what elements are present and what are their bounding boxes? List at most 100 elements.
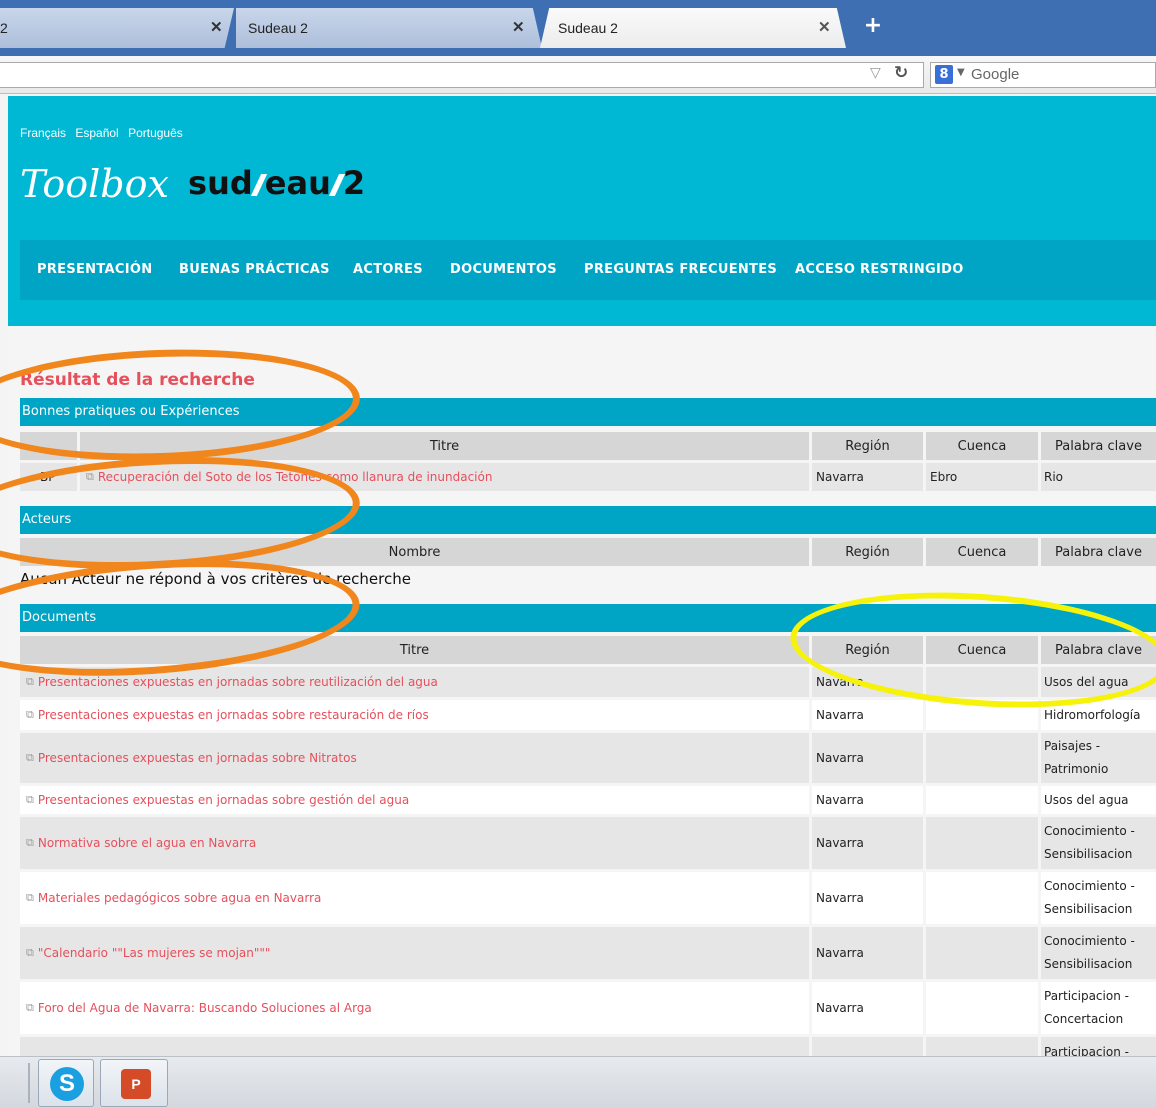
- cuenca-cell: [926, 872, 1041, 924]
- cuenca-cell: [926, 927, 1041, 979]
- document-link[interactable]: "Calendario ""Las mujeres se mojan""": [38, 946, 271, 960]
- region-cell: Navarra: [812, 733, 926, 783]
- menu-item-buenas-practicas[interactable]: BUENAS PRÁCTICAS: [179, 262, 330, 277]
- taskbar-pinned-edge[interactable]: [0, 1063, 30, 1103]
- region-cell: Navarra: [812, 817, 926, 869]
- region-cell: Navarra: [812, 872, 926, 924]
- column-header-keyword[interactable]: Palabra clave: [1041, 432, 1156, 460]
- keyword-cell: Participacion -: [1044, 1045, 1129, 1056]
- logo-script-text: Toolbox: [20, 162, 169, 206]
- table-row: ⧉ "Calendario ""Las mujeres se mojan""" N…: [20, 927, 1156, 979]
- logo-part: 2: [342, 164, 366, 202]
- menu-item-acceso-restringido[interactable]: ACCESO RESTRINGIDO: [795, 262, 964, 277]
- document-title-cell: ⧉ Presentaciones expuestas en jornadas so…: [20, 700, 812, 730]
- main-menu: PRESENTACIÓN BUENAS PRÁCTICAS ACTORES DO…: [20, 240, 1156, 300]
- external-link-icon: ⧉: [26, 675, 34, 688]
- taskbar-powerpoint-button[interactable]: P: [100, 1059, 168, 1107]
- browser-navigation-bar: ▽ ↻ 8 ▼ Google: [0, 56, 1156, 94]
- keyword-cell: Usos del agua: [1044, 792, 1129, 807]
- region-cell: Navarra: [812, 982, 926, 1034]
- close-tab-icon[interactable]: ✕: [512, 18, 525, 36]
- tab-title: 2: [0, 20, 8, 36]
- document-link[interactable]: Presentaciones expuestas en jornadas sob…: [38, 751, 357, 765]
- keyword-cell: Participacion - Concertacion: [1044, 989, 1129, 1026]
- skype-icon: S: [50, 1067, 84, 1101]
- keyword-cell: Conocimiento - Sensibilisacion: [1044, 934, 1135, 971]
- table-row: ⧉ Normativa sobre el agua en Navarra Nava…: [20, 817, 1156, 869]
- column-header-region[interactable]: Región: [812, 432, 926, 460]
- keyword-cell: Conocimiento - Sensibilisacion: [1044, 879, 1135, 916]
- chevron-down-icon[interactable]: ▼: [957, 67, 965, 78]
- logo-brand-text: sud eau 2: [188, 164, 365, 202]
- document-link[interactable]: Presentaciones expuestas en jornadas sob…: [38, 793, 409, 807]
- table-row: ⧉ Foro del Agua de Navarra: Buscando Solu…: [20, 982, 1156, 1034]
- cuenca-cell: [926, 817, 1041, 869]
- cuenca-cell: [926, 733, 1041, 783]
- logo-part: eau: [264, 164, 331, 202]
- site-header: Français Español Português Toolbox sud ea…: [8, 96, 1156, 326]
- keyword-cell: Conocimiento - Sensibilisacion: [1044, 824, 1135, 861]
- address-bar[interactable]: ▽ ↻: [0, 62, 924, 88]
- search-bar[interactable]: 8 ▼ Google: [930, 62, 1156, 88]
- language-link[interactable]: Français: [20, 126, 66, 140]
- browser-tab[interactable]: 2 ✕: [0, 8, 234, 48]
- cuenca-cell: [926, 982, 1041, 1034]
- dropdown-arrow-icon[interactable]: ▽: [870, 65, 881, 81]
- column-header-keyword[interactable]: Palabra clave: [1041, 538, 1156, 566]
- os-taskbar: S P: [0, 1056, 1156, 1108]
- browser-tab[interactable]: Sudeau 2 ✕: [236, 8, 542, 48]
- search-placeholder: Google: [971, 66, 1020, 83]
- browser-tab-bar: 2 ✕ Sudeau 2 ✕ Sudeau 2 ✕ +: [0, 0, 1156, 56]
- external-link-icon: ⧉: [26, 946, 34, 959]
- table-row: ⧉ Presentaciones expuestas en jornadas so…: [20, 733, 1156, 783]
- external-link-icon: ⧉: [26, 793, 34, 806]
- column-header-cuenca[interactable]: Cuenca: [926, 538, 1041, 566]
- powerpoint-icon: P: [121, 1069, 151, 1099]
- language-selector: Français Español Português: [20, 126, 189, 140]
- document-title-cell: ⧉ Presentaciones expuestas en jornadas so…: [20, 786, 812, 814]
- column-header-cuenca[interactable]: Cuenca: [926, 432, 1041, 460]
- document-link[interactable]: Presentaciones expuestas en jornadas sob…: [38, 675, 438, 689]
- region-cell: Navarra: [812, 786, 926, 814]
- taskbar-skype-button[interactable]: S: [38, 1059, 94, 1107]
- document-title-cell: ⧉ Materiales pedagógicos sobre agua en Na…: [20, 872, 812, 924]
- region-cell: [812, 1037, 926, 1056]
- google-icon[interactable]: 8: [935, 65, 953, 84]
- cuenca-cell: [926, 1037, 1041, 1056]
- new-tab-button[interactable]: +: [858, 14, 888, 40]
- menu-item-actores[interactable]: ACTORES: [353, 262, 423, 277]
- cuenca-cell: Ebro: [926, 463, 1041, 491]
- cuenca-cell: [926, 786, 1041, 814]
- close-tab-icon[interactable]: ✕: [210, 18, 223, 36]
- region-cell: Navarra: [812, 927, 926, 979]
- document-link[interactable]: Materiales pedagógicos sobre agua en Nav…: [38, 891, 322, 905]
- close-tab-icon[interactable]: ✕: [818, 18, 831, 36]
- external-link-icon: ⧉: [26, 751, 34, 764]
- document-link[interactable]: Foro del Agua de Navarra: Buscando Soluc…: [38, 1001, 372, 1015]
- tab-title: Sudeau 2: [248, 20, 308, 36]
- keyword-cell: Rio: [1044, 469, 1064, 484]
- language-link[interactable]: Español: [75, 126, 118, 140]
- document-title-cell: [20, 1037, 812, 1056]
- column-header-region[interactable]: Región: [812, 538, 926, 566]
- logo-part: sud: [188, 164, 253, 202]
- document-link[interactable]: Normativa sobre el agua en Navarra: [38, 836, 256, 850]
- menu-item-preguntas-frecuentes[interactable]: PREGUNTAS FRECUENTES: [584, 262, 777, 277]
- document-link[interactable]: Presentaciones expuestas en jornadas sob…: [38, 708, 429, 722]
- document-title-cell: ⧉ Normativa sobre el agua en Navarra: [20, 817, 812, 869]
- tab-title: Sudeau 2: [558, 20, 618, 36]
- reload-icon[interactable]: ↻: [894, 63, 908, 83]
- language-link[interactable]: Português: [128, 126, 183, 140]
- browser-tab-active[interactable]: Sudeau 2 ✕: [540, 8, 846, 48]
- site-logo[interactable]: Toolbox sud eau 2: [20, 162, 365, 212]
- menu-item-documentos[interactable]: DOCUMENTOS: [450, 262, 557, 277]
- document-title-cell: ⧉ "Calendario ""Las mujeres se mojan""": [20, 927, 812, 979]
- keyword-cell: Paisajes - Patrimonio: [1044, 739, 1109, 776]
- table-row: ⧉ Materiales pedagógicos sobre agua en Na…: [20, 872, 1156, 924]
- region-cell: Navarra: [812, 463, 926, 491]
- table-row: ⧉ Presentaciones expuestas en jornadas so…: [20, 786, 1156, 814]
- region-cell: Navarra: [812, 700, 926, 730]
- external-link-icon: ⧉: [26, 1001, 34, 1014]
- menu-item-presentacion[interactable]: PRESENTACIÓN: [37, 262, 152, 277]
- table-row: Participacion -: [20, 1037, 1156, 1056]
